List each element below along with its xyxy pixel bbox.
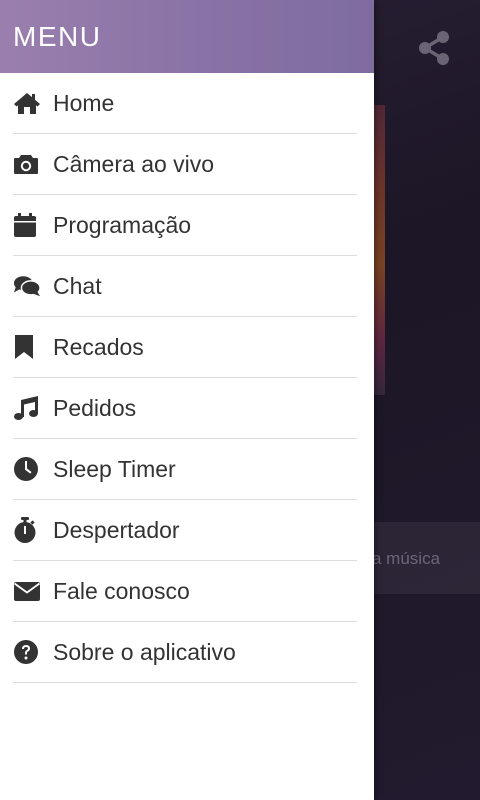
menu-item-pedidos[interactable]: Pedidos: [13, 378, 357, 439]
menu-item-label: Fale conosco: [53, 577, 190, 604]
menu-item-label: Despertador: [53, 516, 180, 543]
chat-icon: [13, 272, 41, 300]
navigation-drawer: MENU Home Câmera ao vivo Programação Cha…: [0, 0, 374, 800]
drawer-title: MENU: [13, 20, 102, 52]
menu-item-recados[interactable]: Recados: [13, 317, 357, 378]
menu-item-label: Recados: [53, 333, 144, 360]
menu-item-label: Câmera ao vivo: [53, 150, 215, 177]
menu-item-chat[interactable]: Chat: [13, 256, 357, 317]
drawer-header: MENU: [0, 0, 374, 73]
now-playing-text: a música: [372, 549, 441, 568]
clock-icon: [13, 455, 41, 483]
camera-icon: [13, 150, 41, 178]
menu-item-fale-conosco[interactable]: Fale conosco: [13, 561, 357, 622]
menu-item-camera[interactable]: Câmera ao vivo: [13, 134, 357, 195]
share-icon[interactable]: [416, 30, 452, 66]
menu-item-label: Sobre o aplicativo: [53, 638, 236, 665]
question-circle-icon: [13, 638, 41, 666]
screen: a música MENU Home Câmera ao vivo Progra…: [0, 0, 480, 800]
envelope-icon: [13, 577, 41, 605]
stopwatch-icon: [13, 516, 41, 544]
bookmark-icon: [13, 333, 41, 361]
menu-item-sleep-timer[interactable]: Sleep Timer: [13, 439, 357, 500]
menu-item-despertador[interactable]: Despertador: [13, 500, 357, 561]
menu-item-label: Pedidos: [53, 394, 137, 421]
menu-item-label: Sleep Timer: [53, 455, 176, 482]
menu-item-label: Home: [53, 89, 115, 116]
menu-item-programacao[interactable]: Programação: [13, 195, 357, 256]
home-icon: [13, 89, 41, 117]
menu-item-home[interactable]: Home: [13, 73, 357, 134]
music-note-icon: [13, 394, 41, 422]
calendar-icon: [13, 211, 41, 239]
menu-list: Home Câmera ao vivo Programação Chat Rec…: [0, 73, 374, 683]
menu-item-label: Programação: [53, 211, 192, 238]
menu-item-sobre[interactable]: Sobre o aplicativo: [13, 622, 357, 683]
menu-item-label: Chat: [53, 272, 102, 299]
